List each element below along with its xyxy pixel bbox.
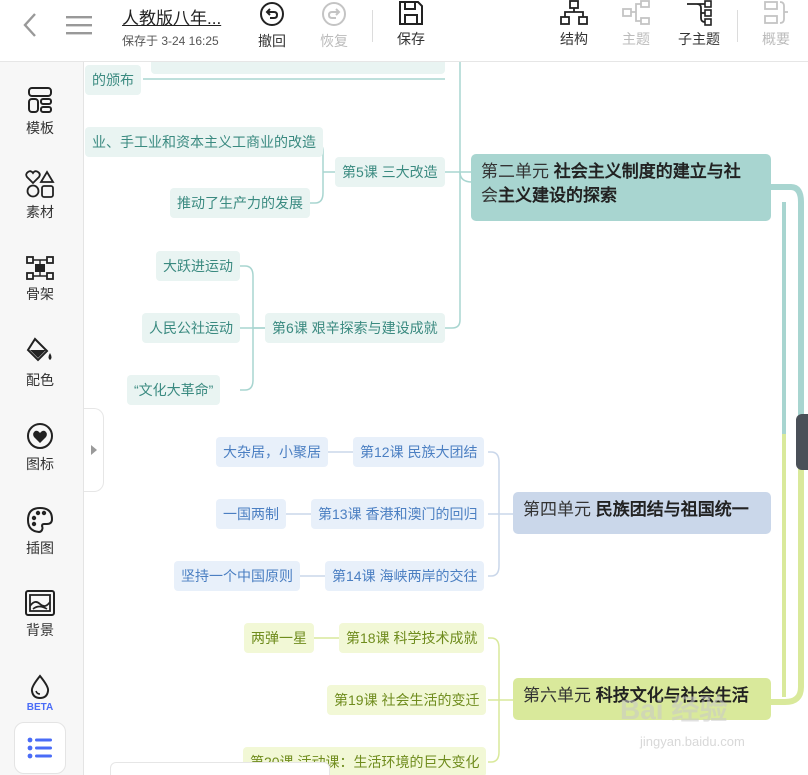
lesson-node-13[interactable]: 第13课 香港和澳门的回归 xyxy=(311,499,485,529)
sidebar-item-label: 图标 xyxy=(26,456,54,472)
sidebar-item-template[interactable]: 模板 xyxy=(0,86,80,138)
topic-node-cultural-revolution[interactable]: “文化大革命” xyxy=(127,375,221,405)
structure-icon xyxy=(560,0,588,25)
topic-node-transform[interactable]: 业、手工业和资本主义工商业的改造 xyxy=(85,127,323,157)
sidebar-item-label: 背景 xyxy=(26,622,54,638)
sidebar-item-illustration[interactable]: 插图 xyxy=(0,506,80,558)
assets-icon xyxy=(25,170,55,198)
document-title[interactable]: 人教版八年... xyxy=(122,4,221,29)
unit-prefix: 第四单元 xyxy=(523,500,596,519)
watermark-logo: Bai 经验 xyxy=(620,694,728,725)
unit-node-2[interactable]: 第二单元 社会主义制度的建立与社 会主义建设的探索 xyxy=(471,154,771,221)
redo-icon xyxy=(322,2,346,26)
lesson-node-12[interactable]: 第12课 民族大团结 xyxy=(353,437,485,467)
lesson-node-6[interactable]: 第6课 艰辛探索与建设成就 xyxy=(265,313,445,343)
back-icon[interactable] xyxy=(18,12,42,38)
undo-icon xyxy=(260,2,284,26)
left-sidebar: 模板 素材 骨架 配色 图标 插图 背景 BETA xyxy=(0,62,84,775)
topic-node-partial[interactable] xyxy=(151,62,445,74)
unit-prefix: 第二单元 xyxy=(481,162,554,181)
structure-button[interactable]: 结构 xyxy=(554,0,594,56)
lesson-node-18[interactable]: 第18课 科学技术成就 xyxy=(339,623,485,653)
watermark-url: jingyan.baidu.com xyxy=(640,734,745,749)
sidebar-item-color[interactable]: 配色 xyxy=(0,336,80,390)
root-node[interactable] xyxy=(796,414,808,470)
topic-node-lesson12-detail[interactable]: 大杂居，小聚居 xyxy=(216,437,328,467)
topic-node[interactable]: 的颁布 xyxy=(85,65,141,95)
topic-node-productivity[interactable]: 推动了生产力的发展 xyxy=(170,188,310,218)
save-button[interactable]: 保存 xyxy=(391,0,431,56)
summary-label: 概要 xyxy=(762,31,790,47)
list-icon xyxy=(27,737,52,759)
unit-title-cont-bold: 主义建设的探索 xyxy=(498,186,617,205)
top-toolbar: 人教版八年... 保存于 3-24 16:25 撤回 恢复 保存 结构 主题 子… xyxy=(0,0,808,62)
undo-button[interactable]: 撤回 xyxy=(252,0,292,56)
save-status: 保存于 3-24 16:25 xyxy=(122,34,219,48)
save-icon xyxy=(399,1,423,25)
unit-prefix: 第六单元 xyxy=(523,686,596,705)
unit-title: 社会主义制度的建立与社 xyxy=(553,162,741,181)
subtopic-label: 子主题 xyxy=(678,31,720,47)
undo-label: 撤回 xyxy=(258,33,286,49)
sidebar-item-label: 配色 xyxy=(26,372,54,388)
topic-node-great-leap[interactable]: 大跃进运动 xyxy=(156,251,240,281)
mindmap-canvas[interactable]: 的颁布 第二单元 社会主义制度的建立与社 会主义建设的探索 业、手工业和资本主义… xyxy=(85,62,808,775)
menu-icon[interactable] xyxy=(64,12,94,38)
palette-icon xyxy=(26,506,54,534)
save-label: 保存 xyxy=(397,31,425,47)
sidebar-item-skeleton[interactable]: 骨架 xyxy=(0,256,80,304)
structure-label: 结构 xyxy=(560,31,588,47)
topic-node-lesson18-detail[interactable]: 两弹一星 xyxy=(244,623,314,653)
unit-title-cont: 会 xyxy=(481,186,498,205)
summary-button[interactable]: 概要 xyxy=(756,0,796,56)
redo-button[interactable]: 恢复 xyxy=(314,0,354,56)
topic-button[interactable]: 主题 xyxy=(616,0,656,56)
skeleton-icon xyxy=(26,256,54,280)
background-icon xyxy=(25,590,55,616)
topic-label: 主题 xyxy=(622,31,650,47)
drop-icon xyxy=(30,674,50,700)
sidebar-item-label: 素材 xyxy=(26,204,54,220)
lesson-node-5[interactable]: 第5课 三大改造 xyxy=(335,157,445,187)
subtopic-icon xyxy=(687,0,712,26)
topic-node-commune[interactable]: 人民公社运动 xyxy=(142,313,240,343)
sidebar-item-assets[interactable]: 素材 xyxy=(0,170,80,222)
summary-icon xyxy=(764,1,788,24)
redo-label: 恢复 xyxy=(320,33,348,49)
sidebar-item-label: 插图 xyxy=(26,540,54,556)
template-icon xyxy=(28,87,52,113)
lesson-node-19[interactable]: 第19课 社会生活的变迁 xyxy=(327,685,487,715)
sidebar-item-label: 模板 xyxy=(26,120,54,136)
lesson-node-14[interactable]: 第14课 海峡两岸的交往 xyxy=(325,561,485,591)
sidebar-item-icons[interactable]: 图标 xyxy=(0,422,80,474)
bottom-panel-tab[interactable] xyxy=(110,762,330,775)
sidebar-item-beta[interactable]: BETA xyxy=(0,674,80,713)
paint-bucket-icon xyxy=(26,337,52,362)
topic-node-lesson13-detail[interactable]: 一国两制 xyxy=(216,499,286,529)
toolbar-divider xyxy=(372,10,373,42)
topic-node-lesson14-detail[interactable]: 坚持一个中国原则 xyxy=(174,561,300,591)
unit-title: 民族团结与祖国统一 xyxy=(595,500,749,519)
beta-badge: BETA xyxy=(26,702,54,713)
sidebar-item-background[interactable]: 背景 xyxy=(0,590,80,640)
subtopic-button[interactable]: 子主题 xyxy=(674,0,724,56)
heart-icon xyxy=(27,423,53,449)
sidebar-item-label: 骨架 xyxy=(26,286,54,302)
topic-icon xyxy=(622,0,650,25)
unit-node-4[interactable]: 第四单元 民族团结与祖国统一 xyxy=(513,492,771,534)
toolbar-divider xyxy=(737,10,738,42)
outline-view-button[interactable] xyxy=(14,722,66,774)
